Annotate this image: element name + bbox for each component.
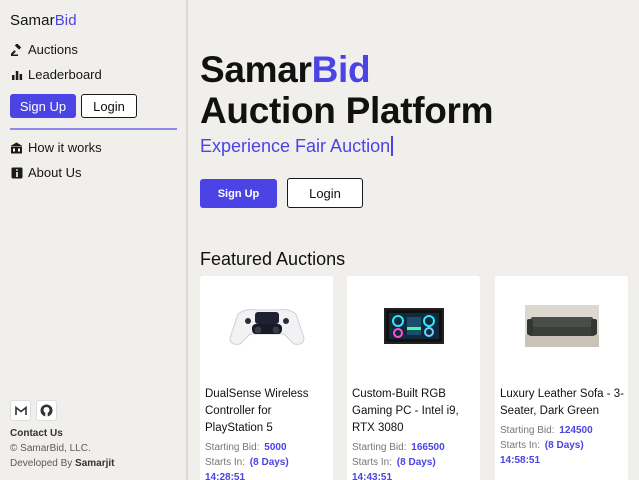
starts-in: Starts In: (8 Days) <box>205 457 289 468</box>
hero-login-button[interactable]: Login <box>287 178 363 208</box>
gaming-pc-image <box>347 276 480 376</box>
auction-card-title: Luxury Leather Sofa - 3-Seater, Dark Gre… <box>500 388 625 417</box>
auction-card[interactable]: Luxury Leather Sofa - 3-Seater, Dark Gre… <box>495 276 628 480</box>
starting-bid: Starting Bid: 166500 <box>352 442 445 453</box>
info-icon <box>10 166 23 179</box>
sidebar-signup-button[interactable]: Sign Up <box>10 94 76 118</box>
sidebar-item-how-it-works[interactable]: How it works <box>10 140 102 155</box>
sofa-image <box>495 276 628 376</box>
sidebar-login-button[interactable]: Login <box>81 94 137 118</box>
sidebar-item-label: Auctions <box>28 42 78 57</box>
auction-card-title: Custom-Built RGB Gaming PC - Intel i9, R… <box>352 388 459 434</box>
github-icon[interactable] <box>36 400 57 421</box>
sidebar-divider <box>10 128 177 130</box>
countdown-time: 14:28:51 <box>205 472 246 480</box>
contact-link[interactable]: Contact Us <box>10 428 63 439</box>
developer-credit: Developed By Samarjit <box>10 458 115 469</box>
auction-card[interactable]: Custom-Built RGB Gaming PC - Intel i9, R… <box>347 276 480 480</box>
starts-in: Starts In: (8 Days) <box>500 440 584 451</box>
copyright-text: © SamarBid, LLC. <box>10 443 91 454</box>
typing-caret <box>391 136 393 156</box>
auction-card-title: DualSense Wireless Controller for PlaySt… <box>205 388 309 434</box>
building-icon <box>10 141 23 154</box>
sidebar-item-label: Leaderboard <box>28 67 102 82</box>
hero-title: SamarBid Auction Platform <box>200 49 494 131</box>
brand-name-part1: Samar <box>10 12 55 29</box>
sidebar-item-auctions[interactable]: Auctions <box>10 42 78 57</box>
brand-logo[interactable]: SamarBid <box>10 12 77 29</box>
countdown-time: 14:43:51 <box>352 472 393 480</box>
countdown-time: 14:58:51 <box>500 455 541 466</box>
sidebar-item-leaderboard[interactable]: Leaderboard <box>10 67 102 82</box>
auction-card[interactable]: DualSense Wireless Controller for PlaySt… <box>200 276 333 480</box>
bar-chart-icon <box>10 68 23 81</box>
social-links <box>10 400 57 421</box>
sidebar-item-label: About Us <box>28 165 82 180</box>
starting-bid: Starting Bid: 5000 <box>205 442 287 453</box>
controller-image <box>200 276 333 376</box>
brand-name-part2: Bid <box>54 12 77 29</box>
sidebar-item-about-us[interactable]: About Us <box>10 165 81 180</box>
gmail-icon[interactable] <box>10 400 31 421</box>
hero-subtitle: Experience Fair Auction <box>200 136 393 157</box>
hero-signup-button[interactable]: Sign Up <box>200 179 277 208</box>
sidebar-item-label: How it works <box>28 140 102 155</box>
featured-auctions-heading: Featured Auctions <box>200 249 346 269</box>
gavel-icon <box>10 43 23 56</box>
starting-bid: Starting Bid: 124500 <box>500 425 593 436</box>
starts-in: Starts In: (8 Days) <box>352 457 436 468</box>
sidebar: SamarBid Auctions Leaderboard Sign Up Lo… <box>0 0 188 480</box>
